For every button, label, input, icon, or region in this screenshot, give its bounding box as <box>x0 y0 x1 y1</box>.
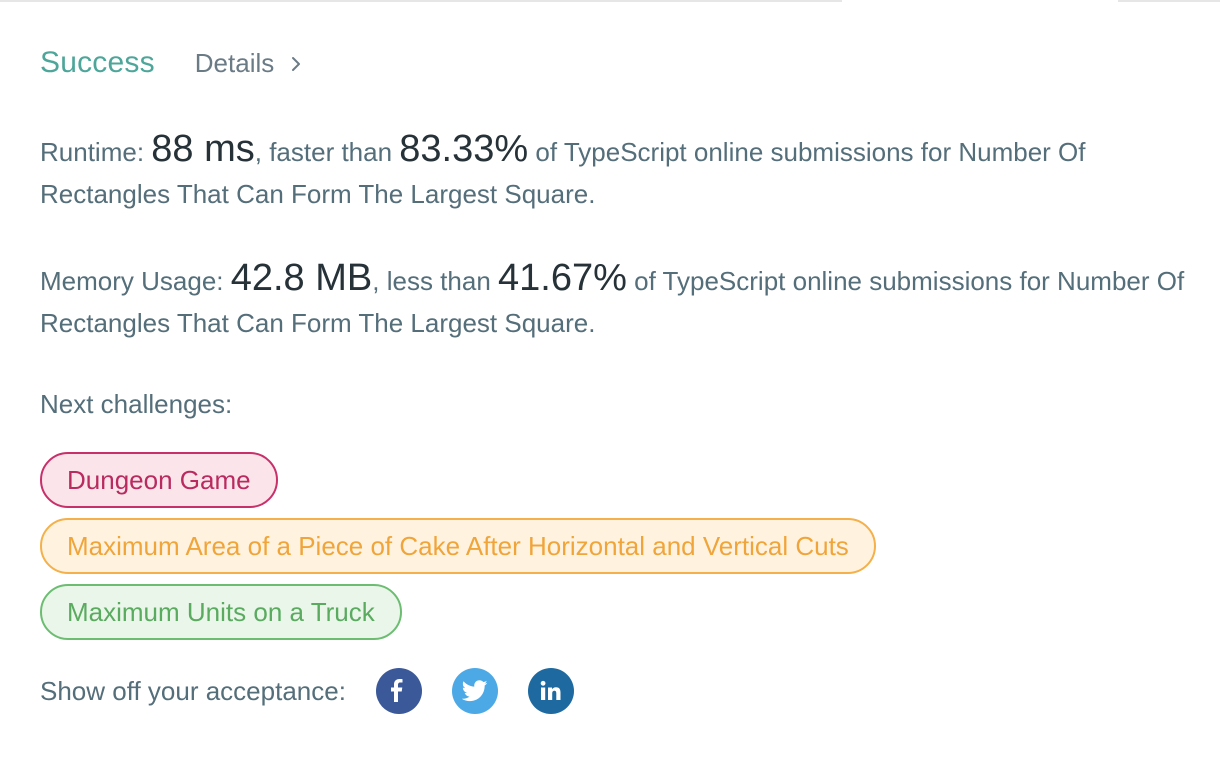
challenge-chip-maximum-units-truck[interactable]: Maximum Units on a Truck <box>40 584 402 640</box>
twitter-icon[interactable] <box>451 668 498 714</box>
next-challenges-label: Next challenges: <box>40 389 233 419</box>
top-divider-right <box>1118 0 1220 2</box>
challenge-chip-dungeon-game[interactable]: Dungeon Game <box>40 452 278 508</box>
runtime-connector: , faster than <box>254 137 400 167</box>
challenge-chip-maximum-area-cake[interactable]: Maximum Area of a Piece of Cake After Ho… <box>40 518 876 574</box>
status-row: Success Details <box>40 46 1190 90</box>
status-label: Success <box>40 46 155 79</box>
memory-connector: , less than <box>372 266 498 296</box>
runtime-value: 88 ms <box>151 128 255 170</box>
runtime-percentile: 83.33% <box>399 128 529 170</box>
memory-value: 42.8 MB <box>230 257 373 299</box>
submission-result-panel: Success Details Runtime: 88 ms, faster t… <box>40 46 1190 716</box>
runtime-stat: Runtime: 88 ms, faster than 83.33% of Ty… <box>40 128 1190 215</box>
details-label: Details <box>194 48 275 78</box>
twitter-glyph <box>461 680 488 702</box>
linkedin-glyph <box>540 680 561 700</box>
runtime-label: Runtime: <box>40 137 152 167</box>
chevron-right-icon <box>292 56 301 71</box>
facebook-glyph <box>390 679 403 702</box>
top-divider <box>0 0 842 2</box>
linkedin-icon[interactable] <box>527 668 574 714</box>
memory-label: Memory Usage: <box>40 266 231 296</box>
details-link[interactable]: Details <box>195 48 304 79</box>
memory-percentile: 41.67% <box>498 257 627 299</box>
share-label: Show off your acceptance: <box>40 675 346 706</box>
facebook-icon[interactable] <box>375 668 422 714</box>
share-row: Show off your acceptance: <box>40 666 1190 716</box>
memory-stat: Memory Usage: 42.8 MB, less than 41.67% … <box>40 257 1190 344</box>
next-challenges-list: Dungeon Game Maximum Area of a Piece of … <box>40 452 1190 650</box>
